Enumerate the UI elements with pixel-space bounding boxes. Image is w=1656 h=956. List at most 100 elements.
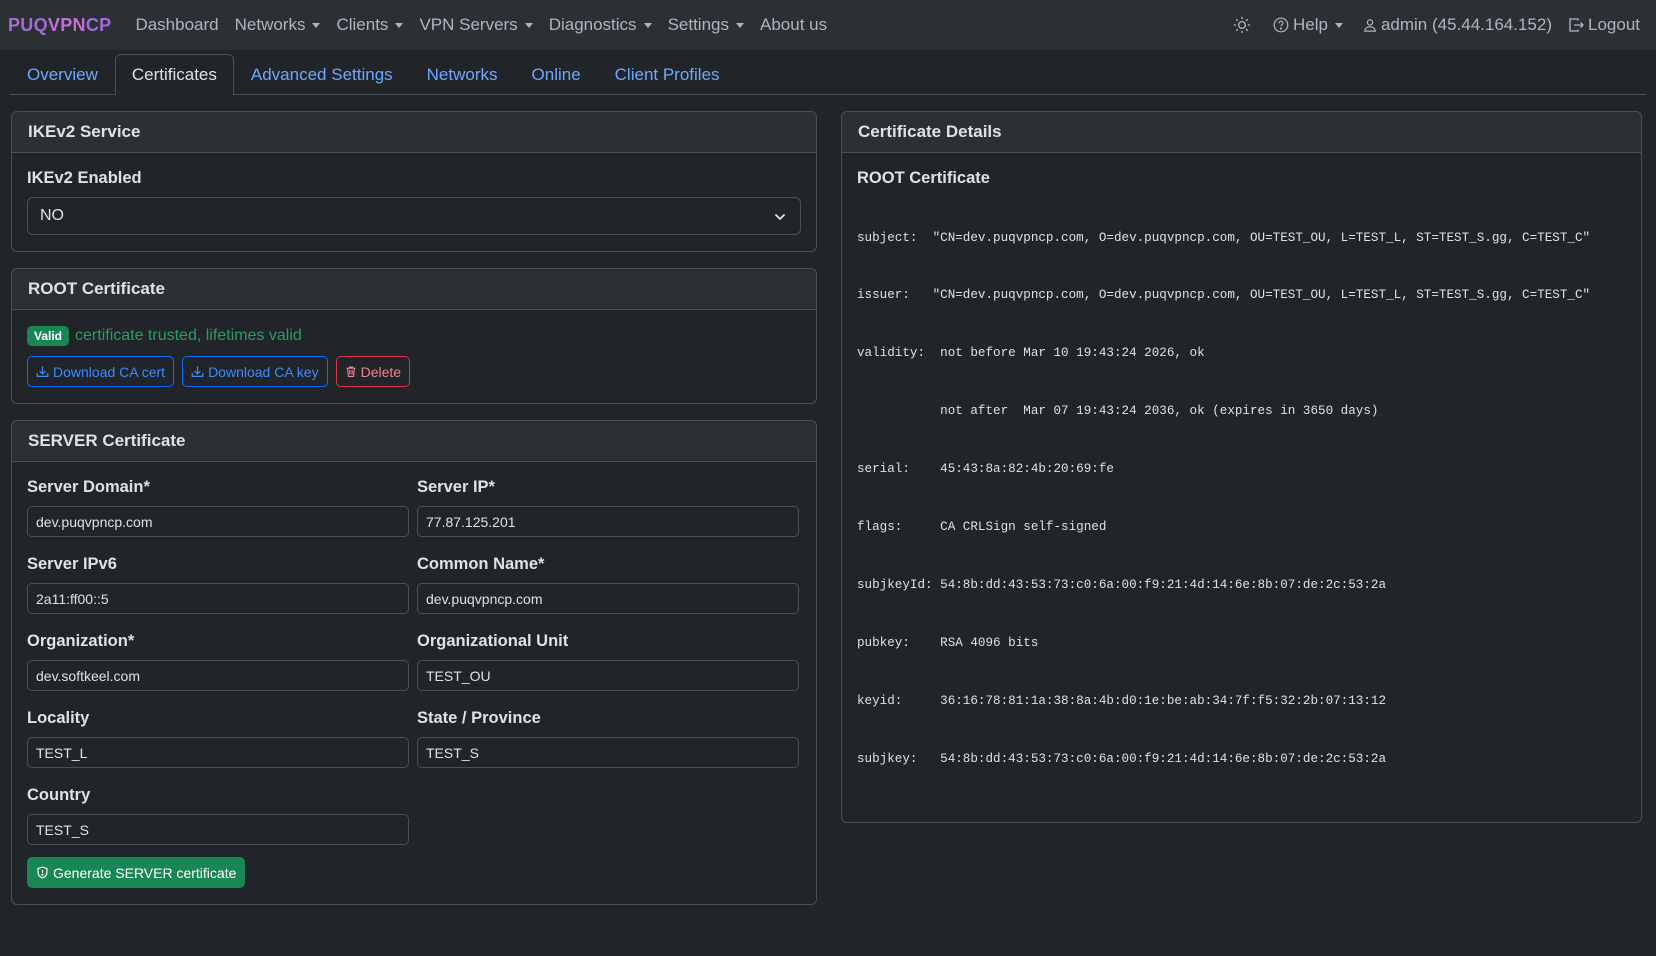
tab-client-profiles[interactable]: Client Profiles [598, 54, 737, 95]
details-line: serial: 45:43:8a:82:4b:20:69:fe [857, 462, 1114, 477]
tab-networks[interactable]: Networks [410, 54, 515, 95]
details-line: issuer: "CN=dev.puqvpncp.com, O=dev.puqv… [857, 288, 1591, 303]
nav-about-us-label: About us [760, 15, 828, 34]
certificate-details-card: Certificate Details ROOT Certificate sub… [841, 111, 1642, 823]
ikev2-card-title: IKEv2 Service [12, 112, 816, 153]
server-ipv6-input[interactable]: 2a11:ff00::5 [27, 583, 409, 614]
nav-dashboard-label: Dashboard [135, 15, 219, 34]
organizational-unit-input[interactable]: TEST_OU [417, 660, 799, 691]
nav-networks[interactable]: Networks [227, 15, 329, 35]
server-card-title: SERVER Certificate [12, 421, 816, 462]
nav-logout[interactable]: Logout [1560, 15, 1648, 35]
logout-icon [1569, 18, 1584, 32]
top-navbar: PUQVPNCP Dashboard Networks Clients VPN … [0, 0, 1656, 50]
server-ip-label: Server IP* [417, 478, 495, 496]
nav-help[interactable]: Help [1265, 15, 1351, 35]
details-subtitle: ROOT Certificate [857, 169, 990, 187]
details-line: not after Mar 07 19:43:24 2036, ok (expi… [857, 404, 1379, 419]
person-icon [1364, 19, 1376, 32]
download-ca-key-label: Download CA key [208, 363, 319, 380]
generate-server-certificate-button[interactable]: Generate SERVER certificate [27, 857, 246, 888]
details-line: keyid: 36:16:78:81:1a:38:8a:4b:d0:1e:be:… [857, 693, 1387, 708]
delete-button[interactable]: Delete [335, 356, 411, 387]
tab-overview[interactable]: Overview [10, 54, 115, 95]
server-certificate-card: SERVER Certificate Server Domain* dev.pu… [11, 420, 817, 905]
nav-diagnostics-label: Diagnostics [548, 15, 637, 34]
details-line: validity: not before Mar 10 19:43:24 202… [857, 346, 1205, 361]
brand-part-3: CP [85, 14, 112, 35]
brand-logo[interactable]: PUQVPNCP [8, 15, 111, 36]
server-ipv6-label: Server IPv6 [27, 555, 117, 573]
delete-label: Delete [360, 363, 402, 380]
chevron-down-icon [775, 214, 785, 220]
download-icon [36, 366, 49, 377]
nav-vpn-servers[interactable]: VPN Servers [411, 15, 540, 35]
tab-advanced-settings[interactable]: Advanced Settings [234, 54, 410, 95]
server-form-grid: Server Domain* dev.puqvpncp.com Server I… [27, 478, 801, 857]
download-ca-cert-label: Download CA cert [53, 363, 166, 380]
ikev2-enabled-label: IKEv2 Enabled [27, 169, 142, 187]
caret-down-icon [643, 22, 652, 28]
generate-server-certificate-label: Generate SERVER certificate [53, 864, 237, 881]
root-status-text: certificate trusted, lifetimes valid [75, 327, 302, 344]
nav-diagnostics[interactable]: Diagnostics [541, 15, 660, 35]
nav-help-label: Help [1292, 15, 1328, 34]
download-ca-cert-button[interactable]: Download CA cert [27, 356, 175, 387]
caret-down-icon [1334, 22, 1343, 28]
status-badge: Valid [27, 326, 70, 346]
shield-icon [37, 866, 48, 879]
nav-logout-label: Logout [1588, 15, 1640, 34]
server-domain-input[interactable]: dev.puqvpncp.com [27, 506, 409, 537]
nav-user[interactable]: admin (45.44.164.152) [1351, 15, 1560, 35]
sun-icon [1233, 16, 1251, 34]
theme-toggle[interactable] [1225, 16, 1265, 34]
caret-down-icon [395, 22, 404, 28]
country-input[interactable]: TEST_S [27, 814, 409, 845]
nav-networks-label: Networks [234, 15, 306, 34]
brand-part-1: PUQ [8, 14, 48, 35]
nav-settings-label: Settings [667, 15, 729, 34]
locality-input[interactable]: TEST_L [27, 737, 409, 768]
brand-part-2: VPN [47, 14, 86, 35]
question-circle-icon [1273, 17, 1289, 33]
common-name-input[interactable]: dev.puqvpncp.com [417, 583, 799, 614]
state-province-input[interactable]: TEST_S [417, 737, 799, 768]
organizational-unit-label: Organizational Unit [417, 632, 569, 650]
organization-input[interactable]: dev.softkeel.com [27, 660, 409, 691]
nav-vpn-servers-label: VPN Servers [419, 15, 518, 34]
right-column: Certificate Details ROOT Certificate sub… [841, 111, 1642, 921]
caret-down-icon [736, 22, 744, 28]
download-icon [191, 366, 204, 377]
nav-dashboard[interactable]: Dashboard [127, 15, 226, 35]
nav-user-label: admin (45.44.164.152) [1380, 15, 1552, 34]
tab-certificates[interactable]: Certificates [114, 54, 234, 96]
nav-clients-label: Clients [336, 15, 389, 34]
organization-label: Organization* [27, 632, 135, 650]
user-nav: Help admin (45.44.164.152) Logout [1225, 15, 1648, 35]
caret-down-icon [524, 22, 533, 28]
server-ip-input[interactable]: 77.87.125.201 [417, 506, 799, 537]
root-card-title: ROOT Certificate [12, 269, 816, 310]
tab-online[interactable]: Online [515, 54, 598, 95]
ikev2-card: IKEv2 Service IKEv2 Enabled NO [11, 111, 817, 252]
server-domain-label: Server Domain* [27, 478, 150, 496]
main-content: IKEv2 Service IKEv2 Enabled NO ROOT Cert… [0, 95, 1656, 921]
details-line: subjkeyId: 54:8b:dd:43:53:73:c0:6a:00:f9… [857, 577, 1387, 592]
certificate-details-title: Certificate Details [842, 112, 1641, 153]
nav-clients[interactable]: Clients [328, 15, 411, 35]
details-line: subject: "CN=dev.puqvpncp.com, O=dev.puq… [857, 230, 1591, 245]
details-line: pubkey: RSA 4096 bits [857, 635, 1039, 650]
details-line: flags: CA CRLSign self-signed [857, 520, 1107, 535]
left-column: IKEv2 Service IKEv2 Enabled NO ROOT Cert… [11, 111, 817, 921]
locality-label: Locality [27, 709, 90, 727]
root-certificate-card: ROOT Certificate Valid certificate truste… [11, 268, 817, 404]
ikev2-enabled-select[interactable]: NO [27, 197, 801, 235]
ikev2-enabled-value: NO [40, 207, 64, 224]
download-ca-key-button[interactable]: Download CA key [182, 356, 328, 387]
caret-down-icon [312, 22, 321, 28]
country-label: Country [27, 786, 91, 804]
certificate-tabs: Overview Certificates Advanced Settings … [10, 54, 1646, 96]
trash-icon [346, 366, 356, 377]
nav-settings[interactable]: Settings [660, 15, 752, 35]
nav-about-us[interactable]: About us [752, 15, 835, 35]
